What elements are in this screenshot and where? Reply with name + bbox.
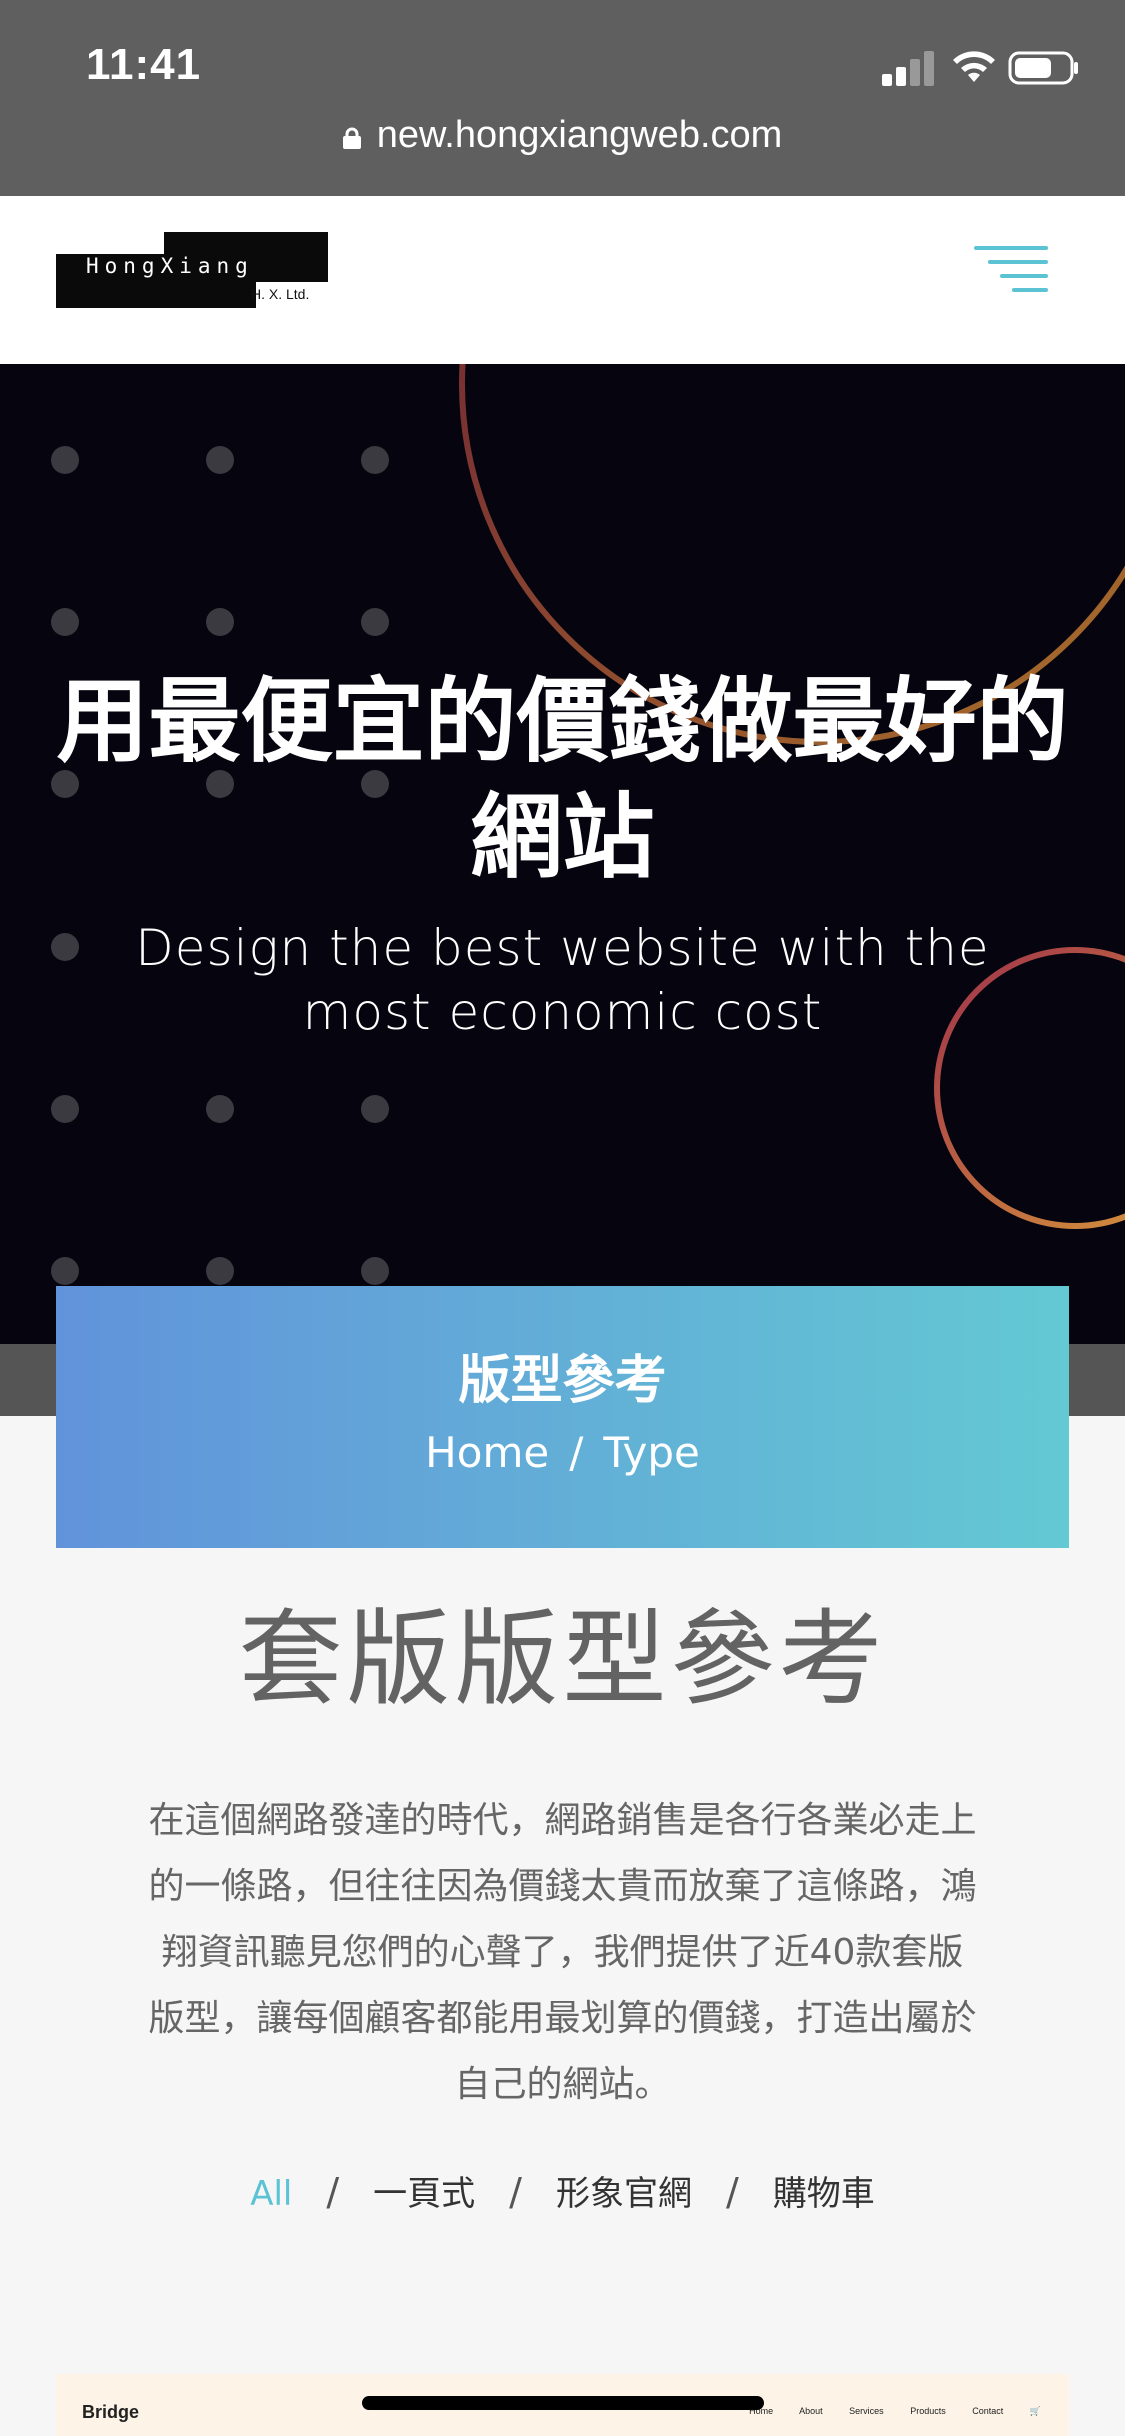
url-text: new.hongxiangweb.com	[376, 114, 783, 156]
preview-brand: Bridge	[82, 2402, 140, 2422]
filter-tabs: All / 一頁式 / 形象官網 / 購物車	[0, 2166, 1125, 2215]
menu-line	[1000, 274, 1048, 278]
section-description: 在這個網路發達的時代，網路銷售是各行各業必走上的一條路，但往往因為價錢太貴而放棄…	[148, 1800, 977, 2105]
breadcrumb: Home / Type	[56, 1428, 1069, 1477]
page: 11:41 new.hongxiangweb.com HongXiang H. …	[0, 0, 1125, 2436]
hamburger-menu-button[interactable]	[974, 246, 1048, 294]
preview-nav-item: About	[799, 2406, 823, 2416]
banner-title: 版型參考	[458, 1351, 667, 1411]
preview-nav: Home About Services Products Contact 🛒	[749, 2406, 1041, 2417]
section-title: 套版版型參考	[238, 1598, 887, 1720]
hero-title: 用最便宜的價錢做最好的網站	[56, 668, 1069, 891]
home-indicator[interactable]	[362, 2396, 764, 2410]
browser-chrome: 11:41 new.hongxiangweb.com	[0, 0, 1125, 196]
status-time: 11:41	[86, 40, 202, 89]
lock-icon	[342, 127, 361, 149]
logo-subtext: H. X. Ltd.	[251, 286, 310, 302]
menu-line	[974, 246, 1048, 250]
signal-icon	[882, 51, 934, 86]
breadcrumb-home[interactable]: Home	[425, 1428, 549, 1477]
page-banner: 版型參考 Home / Type	[56, 1286, 1069, 1548]
filter-one-page[interactable]: 一頁式	[373, 2174, 475, 2214]
cart-icon: 🛒	[1029, 2406, 1041, 2416]
site-header: HongXiang H. X. Ltd.	[0, 196, 1125, 364]
breadcrumb-separator: /	[569, 1428, 584, 1477]
filter-all[interactable]: All	[250, 2174, 292, 2214]
battery-icon	[1008, 51, 1078, 85]
filter-shopping-cart[interactable]: 購物車	[773, 2174, 875, 2214]
filter-separator: /	[326, 2170, 340, 2214]
preview-nav-item: Services	[849, 2406, 884, 2416]
hero-subtitle: Design the best website with the most ec…	[135, 919, 990, 1041]
hero-section: 用最便宜的價錢做最好的網站 Design the best website wi…	[0, 364, 1125, 1344]
logo-text: HongXiang	[86, 254, 254, 278]
filter-corporate-site[interactable]: 形象官網	[556, 2174, 692, 2214]
menu-line	[988, 260, 1048, 264]
filter-separator: /	[509, 2170, 522, 2214]
preview-nav-item: Contact	[972, 2406, 1004, 2416]
breadcrumb-current: Type	[603, 1428, 700, 1477]
preview-nav-item: Products	[910, 2406, 946, 2416]
filter-separator: /	[725, 2170, 739, 2214]
wifi-icon	[953, 51, 995, 82]
menu-line	[1012, 288, 1048, 292]
url-bar[interactable]: new.hongxiangweb.com	[0, 114, 1125, 157]
site-logo[interactable]: HongXiang H. X. Ltd.	[56, 232, 328, 308]
